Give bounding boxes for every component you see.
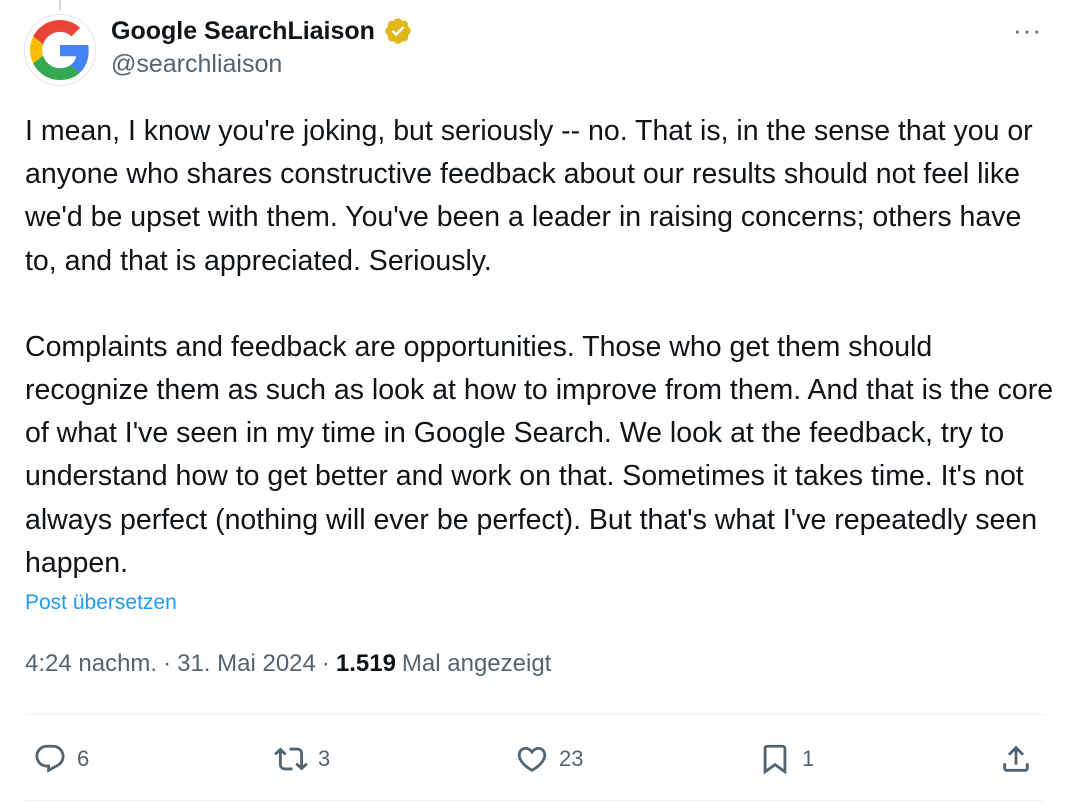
translate-post-link[interactable]: Post übersetzen [25, 591, 177, 615]
divider [25, 714, 1044, 715]
share-icon [1003, 745, 1029, 772]
divider [25, 800, 1044, 801]
like-button[interactable]: 23 [515, 736, 583, 782]
verified-badge-icon[interactable] [383, 16, 413, 46]
views-count: 1.519 [335, 650, 396, 677]
reply-count: 6 [77, 746, 90, 771]
post-date[interactable]: 31. Mai 2024 [177, 650, 316, 678]
author-name-row[interactable]: Google SearchLiaison [111, 14, 413, 48]
author-handle[interactable]: @searchliaison [111, 50, 282, 79]
like-count: 23 [559, 746, 584, 771]
post-meta: 4:24 nachm. · 31. Mai 2024 · 1.519 Mal a… [25, 650, 551, 678]
action-bar: 6 3 23 1 [0, 736, 1068, 782]
meta-separator: · [163, 650, 172, 677]
repost-button[interactable]: 3 [274, 736, 330, 782]
bookmark-button[interactable]: 1 [758, 736, 814, 782]
reply-icon [35, 744, 65, 773]
share-button[interactable] [999, 736, 1033, 782]
like-icon [517, 746, 547, 772]
post-paragraph-1: I mean, I know you're joking, but seriou… [25, 115, 1041, 277]
views-label: Mal angezeigt [401, 650, 552, 677]
more-icon[interactable]: ··· [1013, 17, 1042, 43]
post-paragraph-2: Complaints and feedback are opportunitie… [25, 330, 1062, 579]
reply-button[interactable]: 6 [33, 736, 89, 782]
post-time[interactable]: 4:24 nachm. [25, 650, 157, 678]
author-name[interactable]: Google SearchLiaison [111, 17, 375, 46]
google-logo-icon [30, 20, 89, 80]
repost-icon [274, 747, 308, 771]
post-text: I mean, I know you're joking, but seriou… [25, 110, 1055, 585]
bookmark-count: 1 [802, 746, 815, 771]
thread-connector-line [59, 0, 61, 10]
avatar[interactable] [24, 14, 96, 86]
repost-count: 3 [318, 746, 331, 771]
bookmark-icon [763, 744, 787, 775]
meta-separator: · [321, 650, 330, 677]
